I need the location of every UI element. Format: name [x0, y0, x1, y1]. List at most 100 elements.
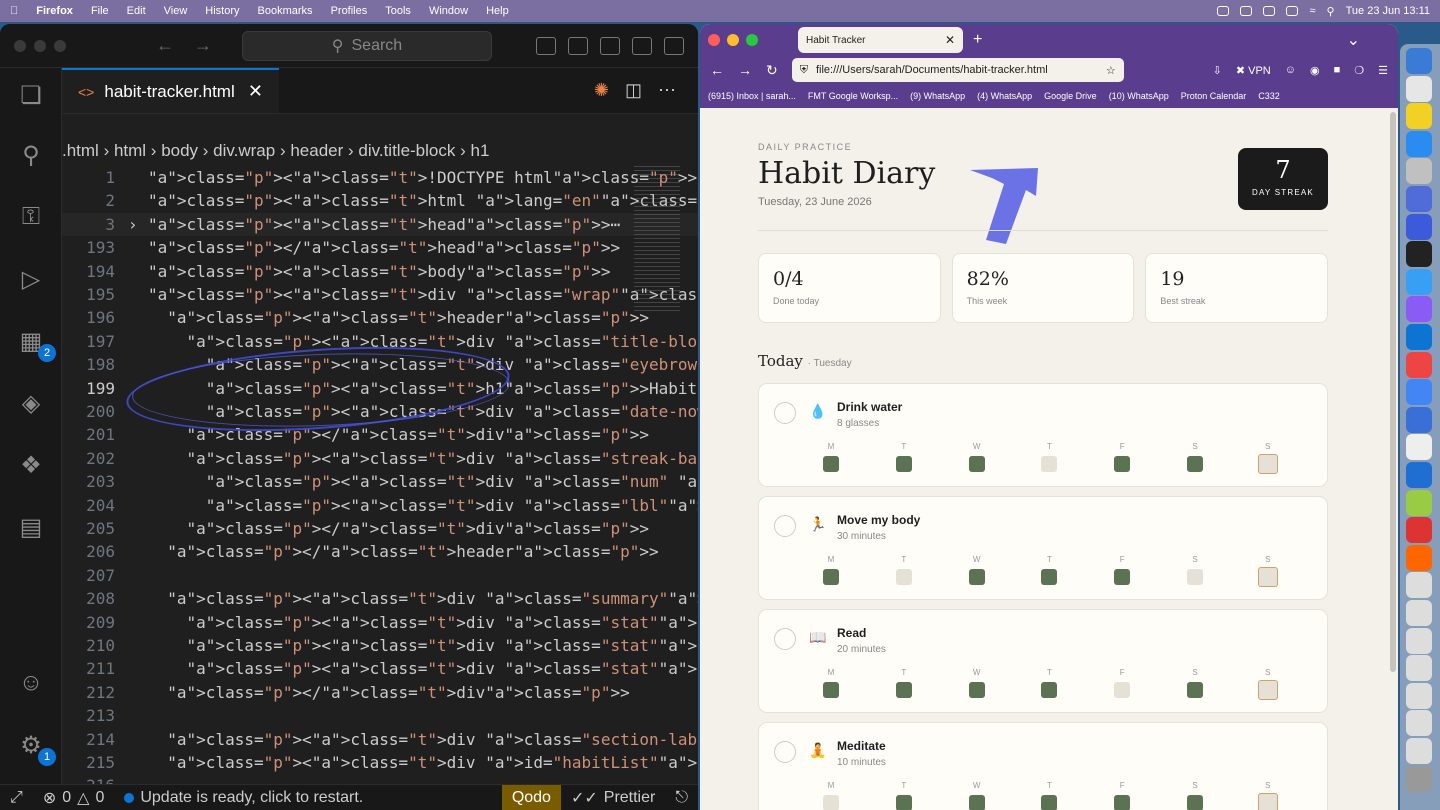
dock-app-icon[interactable] — [1406, 434, 1432, 461]
code-line[interactable]: 211 "a">class="p"><"a">class="t">div "a"… — [62, 657, 698, 680]
day-square[interactable] — [823, 569, 839, 585]
testing-icon[interactable]: ▤ — [16, 512, 46, 542]
minimize-dot[interactable] — [727, 34, 739, 46]
menu-bookmarks[interactable]: Bookmarks — [258, 5, 313, 17]
day-cell[interactable]: W — [967, 781, 987, 810]
breadcrumb-item[interactable]: header — [290, 141, 343, 160]
status-icon[interactable] — [1240, 6, 1253, 16]
code-line[interactable]: 203 "a">class="p"><"a">class="t">div "a"… — [62, 470, 698, 493]
bookmark-item[interactable]: (9) WhatsApp — [910, 91, 965, 101]
forward-arrow-icon[interactable]: → — [738, 62, 752, 78]
day-square[interactable] — [895, 569, 912, 585]
wifi-icon[interactable]: ≈ — [1309, 5, 1315, 17]
day-cell[interactable]: T — [1039, 442, 1059, 472]
day-cell[interactable]: M — [821, 668, 841, 698]
dock-app-icon[interactable] — [1406, 158, 1432, 185]
split-editor-icon[interactable]: ◫ — [625, 80, 642, 101]
dock-app-icon[interactable] — [1406, 130, 1432, 157]
habit-checkbox[interactable] — [774, 402, 796, 424]
bookmark-star-icon[interactable]: ☆ — [1106, 64, 1116, 77]
new-tab-icon[interactable]: + — [973, 31, 982, 49]
code-line[interactable]: 215 "a">class="p"><"a">class="t">div "a"… — [62, 751, 698, 774]
zoom-dot[interactable] — [54, 39, 66, 52]
day-square[interactable] — [1114, 682, 1131, 698]
day-square[interactable] — [823, 682, 839, 698]
dock-app-icon[interactable] — [1406, 489, 1432, 516]
code-line[interactable]: 193 "a">class="p"></"a">class="t">head"a"… — [62, 236, 698, 259]
day-cell[interactable]: F — [1112, 555, 1132, 585]
day-square[interactable] — [895, 795, 912, 810]
page-scrollbar[interactable] — [1390, 112, 1396, 672]
day-cell[interactable]: S — [1185, 555, 1205, 585]
day-cell[interactable]: S — [1185, 668, 1205, 698]
code-line[interactable]: 212 "a">class="p"></"a">class="t">div"a"… — [62, 681, 698, 704]
code-line[interactable]: 208 "a">class="p"><"a">class="t">div "a"… — [62, 587, 698, 610]
settings-gear-icon[interactable]: ⚙ 1 — [16, 730, 56, 766]
tab-list-chevron-icon[interactable]: ⌄ — [1347, 30, 1360, 50]
breadcrumb-item[interactable]: div.wrap — [213, 141, 275, 160]
day-cell[interactable]: M — [821, 781, 841, 810]
close-tab-icon[interactable]: ✕ — [945, 33, 955, 47]
back-arrow-icon[interactable]: ← — [156, 35, 174, 56]
close-tab-icon[interactable]: ✕ — [248, 81, 263, 102]
zoom-dot[interactable] — [746, 34, 758, 46]
ublock-icon[interactable]: ■ — [1334, 64, 1341, 76]
dock-app-icon[interactable] — [1406, 186, 1432, 212]
breadcrumb-item[interactable]: div.title-block — [358, 141, 455, 160]
code-line[interactable]: 214 "a">class="p"><"a">class="t">div "a"… — [62, 728, 698, 751]
day-cell[interactable]: F — [1112, 442, 1132, 472]
dock-app-icon[interactable] — [1406, 75, 1432, 102]
day-square[interactable] — [1257, 680, 1278, 700]
url-bar[interactable]: ⛨ file:///Users/sarah/Documents/habit-tra… — [791, 58, 1124, 82]
breadcrumb-item[interactable]: h1 — [470, 141, 489, 160]
bookmark-item[interactable]: FMT Google Worksp... — [808, 91, 898, 101]
day-cell[interactable]: W — [967, 442, 987, 472]
day-cell[interactable]: W — [967, 668, 987, 698]
day-square[interactable] — [1187, 456, 1203, 472]
code-line[interactable]: 195 "a">class="p"><"a">class="t">div "a">… — [62, 283, 698, 306]
menu-view[interactable]: View — [164, 5, 188, 17]
code-line[interactable]: 210 "a">class="p"><"a">class="t">div "a"… — [62, 634, 698, 657]
menu-history[interactable]: History — [205, 5, 239, 17]
code-line[interactable]: 202 "a">class="p"><"a">class="t">div "a"… — [62, 447, 698, 470]
day-cell[interactable]: S — [1185, 781, 1205, 810]
menu-tools[interactable]: Tools — [385, 5, 411, 17]
day-square[interactable] — [1041, 569, 1058, 585]
command-search[interactable]: ⚲ Search — [242, 30, 492, 61]
dock-app-icon[interactable] — [1406, 103, 1432, 130]
breadcrumb-item[interactable]: body — [161, 141, 198, 160]
day-cell[interactable]: W — [967, 555, 987, 585]
minimize-dot[interactable] — [34, 39, 46, 52]
habit-checkbox[interactable] — [774, 741, 796, 763]
status-icon[interactable] — [1217, 6, 1230, 16]
editor-tab[interactable]: <> habit-tracker.html ✕ — [62, 68, 279, 113]
day-square[interactable] — [1114, 569, 1131, 585]
bookmark-item[interactable]: (10) WhatsApp — [1109, 91, 1169, 101]
code-line[interactable]: 196 "a">class="p"><"a">class="t">header"… — [62, 306, 698, 329]
dock-app-icon[interactable] — [1406, 48, 1432, 74]
code-line[interactable]: 207 — [62, 564, 698, 587]
day-cell[interactable]: T — [1039, 781, 1059, 810]
breadcrumb-item[interactable]: html — [114, 141, 146, 160]
explorer-icon[interactable]: ❏ — [16, 80, 46, 110]
day-cell[interactable]: S — [1185, 442, 1205, 472]
dock-app-icon[interactable] — [1406, 765, 1432, 792]
day-square[interactable] — [1257, 454, 1278, 474]
panel-toggle-icon[interactable] — [632, 36, 652, 55]
day-cell[interactable]: F — [1112, 781, 1132, 810]
claude-icon[interactable]: ✺ — [594, 80, 609, 101]
code-line[interactable]: 205 "a">class="p"></"a">class="t">div"a"… — [62, 517, 698, 540]
day-cell[interactable]: T — [1039, 555, 1059, 585]
code-line[interactable]: 2 "a">class="p"><"a">class="t">html "a">l… — [62, 189, 698, 212]
bookmark-item[interactable]: (6915) Inbox | sarah... — [708, 91, 796, 101]
menu-app-name[interactable]: Firefox — [36, 5, 73, 17]
day-square[interactable] — [1041, 456, 1058, 472]
day-square[interactable] — [968, 682, 985, 698]
code-line[interactable]: 209 "a">class="p"><"a">class="t">div "a"… — [62, 611, 698, 634]
account-icon[interactable]: ☺ — [1285, 64, 1296, 76]
habit-checkbox[interactable] — [774, 515, 796, 537]
extension-icon[interactable]: ◉ — [1310, 64, 1320, 77]
remote-icon[interactable]: ◈ — [16, 388, 46, 418]
layout-icon[interactable] — [568, 36, 588, 55]
update-notice[interactable]: Update is ready, click to restart. — [114, 785, 373, 810]
